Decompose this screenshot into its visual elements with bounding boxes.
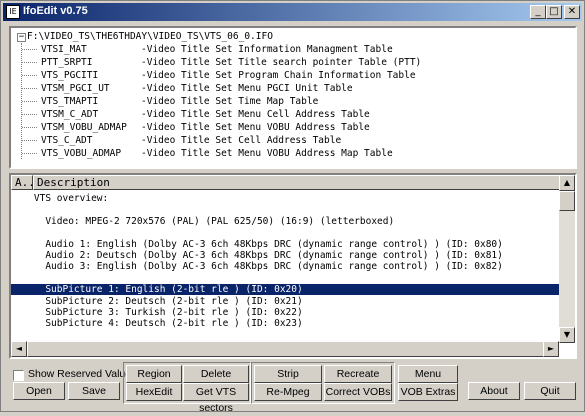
scroll-left-button[interactable]: ◄	[11, 341, 27, 357]
tree-branch-line	[22, 114, 37, 115]
vob-extras-button[interactable]: VOB Extras	[398, 383, 458, 401]
ifo-structure-tree[interactable]: − F:\VIDEO_TS\THE6THDAY\VIDEO_TS\VTS_06_…	[9, 26, 577, 169]
tree-item-name[interactable]: VTS_C_ADT	[41, 134, 92, 147]
tree-item-description: -Video Title Set Menu VOBU Address Map T…	[141, 148, 393, 159]
delete-playback-button[interactable]: Delete Playback	[183, 365, 249, 396]
title-bar[interactable]: IE IfoEdit v0.75 _ □ ✕	[3, 3, 582, 21]
list-row[interactable]: Video: MPEG-2 720x576 (PAL) (PAL 625/50)…	[11, 216, 561, 227]
horizontal-scroll-thumb[interactable]	[27, 341, 557, 357]
tree-item-description: -Video Title Set Cell Address Table	[141, 135, 342, 146]
list-row[interactable]: SubPicture 4: Deutsch (2-bit rle ) (ID: …	[11, 318, 561, 329]
tree-root-item[interactable]: F:\VIDEO_TS\THE6THDAY\VIDEO_TS\VTS_06_0.…	[27, 30, 273, 43]
tree-item-description: -Video Title Set Menu VOBU Address Table	[141, 122, 370, 133]
list-row[interactable]: SubPicture 2: Deutsch (2-bit rle ) (ID: …	[11, 296, 561, 307]
window-title: IfoEdit v0.75	[23, 5, 88, 17]
maximize-button[interactable]: □	[546, 5, 562, 19]
tree-item-description: -Video Title Set Time Map Table	[141, 96, 319, 107]
tree-item-description: -Video Title Set Program Chain Informati…	[141, 70, 416, 81]
list-row[interactable]: Audio 3: English (Dolby AC-3 6ch 48Kbps …	[11, 261, 561, 272]
tree-branch-line	[22, 88, 37, 89]
region-free-button[interactable]: Region free	[126, 365, 182, 396]
tree-item-name[interactable]: VTSM_VOBU_ADMAP	[41, 121, 127, 134]
list-row[interactable]: Audio 2: Deutsch (Dolby AC-3 6ch 48Kbps …	[11, 250, 561, 261]
list-row[interactable]	[11, 204, 561, 215]
show-reserved-checkbox[interactable]	[13, 370, 24, 381]
ifoedit-window: IE IfoEdit v0.75 _ □ ✕ − F:\VIDEO_TS\THE…	[0, 0, 585, 414]
scroll-up-button[interactable]: ▲	[559, 175, 575, 191]
tree-branch-line	[22, 153, 37, 154]
open-button[interactable]: Open	[13, 382, 65, 400]
recreate-tables-button[interactable]: Recreate tables	[324, 365, 392, 396]
tree-item-description: -Video Title Set Menu PGCI Unit Table	[141, 83, 353, 94]
about-button[interactable]: About	[468, 382, 520, 400]
tree-branch-line	[22, 75, 37, 76]
scroll-right-button[interactable]: ►	[543, 341, 559, 357]
minimize-button[interactable]: _	[530, 5, 546, 19]
re-mpeg-button[interactable]: Re-Mpeg	[254, 383, 322, 401]
tree-item-name[interactable]: VTS_VOBU_ADMAP	[41, 147, 121, 160]
list-row[interactable]	[11, 227, 561, 238]
column-header-address[interactable]: A..	[11, 175, 35, 190]
tree-item-name[interactable]: VTSM_PGCI_UT	[41, 82, 110, 95]
quit-button[interactable]: Quit	[524, 382, 576, 400]
save-button[interactable]: Save	[68, 382, 120, 400]
scroll-down-button[interactable]: ▼	[559, 327, 575, 343]
tree-item-name[interactable]: VTS_TMAPTI	[41, 95, 98, 108]
get-vts-sectors-button[interactable]: Get VTS sectors	[183, 383, 249, 414]
tree-item-description: -Video Title Set Title search pointer Ta…	[141, 57, 422, 68]
vertical-scroll-thumb[interactable]	[559, 191, 575, 211]
list-row[interactable]: VTS overview:	[11, 193, 561, 204]
description-list[interactable]: A.. Description VTS overview: Video: MPE…	[9, 173, 577, 359]
tree-item-name[interactable]: VTSM_C_ADT	[41, 108, 98, 121]
list-row-selected[interactable]: SubPicture 1: English (2-bit rle ) (ID: …	[11, 284, 561, 296]
tree-item-name[interactable]: VTS_PGCITI	[41, 69, 98, 82]
tree-branch-line	[22, 101, 37, 102]
vertical-scrollbar[interactable]: ▲ ▼	[559, 175, 575, 343]
tree-branch-line	[22, 49, 37, 50]
close-button[interactable]: ✕	[564, 5, 580, 19]
tree-item-description: -Video Title Set Information Managment T…	[141, 44, 393, 55]
horizontal-scrollbar[interactable]: ◄ ►	[11, 341, 559, 357]
app-icon: IE	[6, 5, 20, 19]
tree-branch-line	[22, 62, 37, 63]
correct-vobs-button[interactable]: Correct VOBs	[324, 383, 392, 401]
tree-collapse-toggle[interactable]: −	[17, 33, 26, 42]
list-row[interactable]: SubPicture 3: Turkish (2-bit rle ) (ID: …	[11, 307, 561, 318]
show-reserved-label: Show Reserved Values	[28, 368, 137, 380]
tree-item-name[interactable]: VTSI_MAT	[41, 43, 87, 56]
tree-branch-line	[22, 140, 37, 141]
column-header-description[interactable]: Description	[33, 175, 561, 190]
tree-branch-line	[22, 127, 37, 128]
strip-button[interactable]: Strip	[254, 365, 322, 383]
tree-item-name[interactable]: PTT_SRPTI	[41, 56, 92, 69]
list-rows: VTS overview: Video: MPEG-2 720x576 (PAL…	[11, 191, 561, 329]
hexedit-button[interactable]: HexEdit	[126, 383, 182, 401]
menu-extras-button[interactable]: Menu Extras	[398, 365, 458, 396]
list-row[interactable]	[11, 273, 561, 284]
list-row[interactable]: Audio 1: English (Dolby AC-3 6ch 48Kbps …	[11, 239, 561, 250]
tree-item-description: -Video Title Set Menu Cell Address Table	[141, 109, 370, 120]
